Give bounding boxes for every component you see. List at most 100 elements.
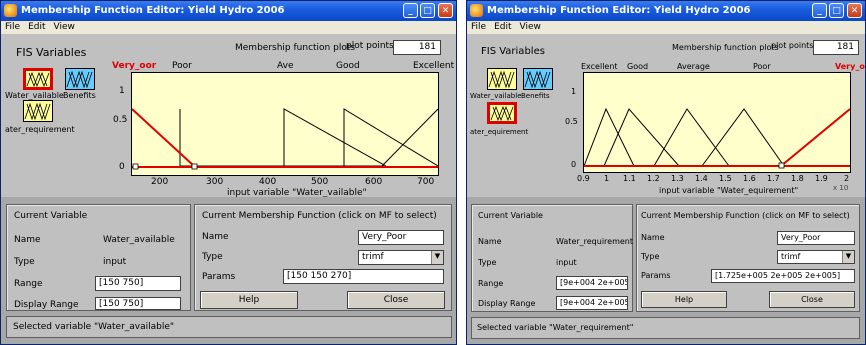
mf-plot-curves[interactable] [584,73,850,172]
output-var-label: Benefits [63,91,96,100]
mf-curve-average[interactable] [653,108,730,167]
params-input[interactable]: [1.725e+005 2e+005 2e+005] [711,269,855,283]
close-button[interactable]: Close [347,291,445,309]
current-mf-pane: Current Membership Function (click on MF… [636,204,860,312]
mf-curve-very-poor-selected[interactable] [780,108,850,167]
mf-plot-area[interactable] [583,72,851,173]
x-tick: 1.3 [671,174,684,183]
x-tick: 1.4 [695,174,708,183]
range-input[interactable]: [150 750] [95,276,181,291]
params-input[interactable]: [150 150 270] [283,269,444,284]
mf-vertex-handle[interactable] [778,162,785,169]
x-tick: 1.1 [623,174,636,183]
menu-edit[interactable]: Edit [28,21,45,34]
upper-area: FIS Variables Water_vailable Benefits at… [467,34,865,197]
input-var-water-available[interactable] [23,68,53,90]
mf-editor-window-2: Membership Function Editor: Yield Hydro … [466,0,866,345]
display-range-input[interactable]: [150 750] [95,297,181,310]
mf-type-select[interactable]: trimf ▼ [777,250,855,264]
mf-label-excellent[interactable]: Excellent [413,61,454,71]
mf-plot-area[interactable] [131,72,439,176]
y-tick: 0.5 [113,115,128,125]
close-button[interactable]: Close [769,291,855,308]
mf-curve-very-poor-selected[interactable] [132,108,195,167]
mf-thumb-icon [66,70,93,89]
mf-label-very-poor[interactable]: Very_oor [112,61,156,71]
mf-type-select[interactable]: trimf ▼ [358,250,444,265]
y-tick: 1 [119,86,125,96]
menu-view[interactable]: View [520,21,541,34]
menu-file[interactable]: File [471,21,486,34]
mf-curve-poor[interactable] [179,109,384,167]
mf-label-excellent[interactable]: Excellent [581,62,618,71]
x-tick: 400 [259,177,277,187]
title-bar[interactable]: Membership Function Editor: Yield Hydro … [1,1,456,21]
current-mf-header: Current Membership Function (click on MF… [641,211,850,220]
mf-curve-average[interactable] [283,108,387,167]
input-var-water-requirement[interactable] [23,100,53,122]
mf-curve-poor[interactable] [701,108,785,167]
mf-plots-label: Membership function plots [672,43,779,52]
params-label: Params [641,271,671,280]
mf-type-label: Type [202,252,223,262]
mf-name-input[interactable]: Very_Poor [358,230,444,245]
mf-type-value: trimf [362,252,384,262]
x-tick: 0.9 [577,174,590,183]
menu-edit[interactable]: Edit [494,21,511,34]
input-var-label: Water_vailable [5,91,64,100]
mf-curve-excellent[interactable] [584,107,635,167]
mf-name-input[interactable]: Very_Poor [777,231,855,245]
minimize-icon[interactable]: _ [812,3,827,18]
mf-label-good[interactable]: Good [627,62,648,71]
mf-vertex-handle[interactable] [132,163,139,170]
mf-label-very-poor[interactable]: Very_oor [835,62,865,71]
title-bar[interactable]: Membership Function Editor: Yield Hydro … [467,1,865,21]
mf-plot-curves[interactable] [132,73,438,175]
mf-label-poor[interactable]: Poor [172,61,192,71]
input-var-water-requirement[interactable] [487,102,517,124]
chevron-down-icon[interactable]: ▼ [431,251,443,264]
matlab-app-icon [470,4,483,17]
name-label: Name [14,235,41,245]
mf-label-ave[interactable]: Ave [277,61,294,71]
menu-file[interactable]: File [5,21,20,34]
mf-vertex-handle[interactable] [191,163,198,170]
display-range-input[interactable]: [9e+004 2e+005] [556,296,628,310]
lower-area: Current Variable Name Water_available Ty… [1,197,456,344]
help-button[interactable]: Help [641,291,727,308]
x-tick: 500 [311,177,329,187]
range-label: Range [14,279,43,289]
maximize-icon[interactable]: □ [420,3,435,18]
variable-name-value: Water_available [103,235,175,245]
mf-label-average[interactable]: Average [677,62,710,71]
input-var-water-available[interactable] [487,68,517,90]
fis-variables-label: FIS Variables [16,46,87,59]
x-exponent-label: x 10 [833,184,849,192]
current-variable-header: Current Variable [478,211,543,220]
x-tick: 200 [151,177,169,187]
mf-curve-good[interactable] [603,108,680,167]
x-tick: 1.7 [767,174,780,183]
plot-points-input[interactable]: 181 [813,40,859,55]
range-input[interactable]: [9e+004 2e+005] [556,276,628,290]
plot-points-label: plot points: [346,41,397,51]
current-variable-pane: Current Variable Name Water_available Ty… [6,204,191,311]
output-var-benefits[interactable] [65,68,95,90]
plot-points-input[interactable]: 181 [393,40,441,55]
menu-view[interactable]: View [54,21,75,34]
help-button[interactable]: Help [200,291,298,309]
y-tick: 0 [119,162,125,172]
output-var-benefits[interactable] [523,68,553,90]
close-icon[interactable]: ✕ [438,3,453,18]
mf-label-poor[interactable]: Poor [753,62,771,71]
close-icon[interactable]: ✕ [847,3,862,18]
mf-label-good[interactable]: Good [336,61,360,71]
current-mf-pane: Current Membership Function (click on MF… [194,204,452,311]
input-var-label: ater_requirement [5,125,75,134]
chevron-down-icon[interactable]: ▼ [842,251,854,263]
output-var-label: Benefits [521,92,550,100]
minimize-icon[interactable]: _ [403,3,418,18]
mf-thumb-icon [24,102,51,121]
mf-plots-label: Membership function plots [235,43,356,53]
maximize-icon[interactable]: □ [829,3,844,18]
